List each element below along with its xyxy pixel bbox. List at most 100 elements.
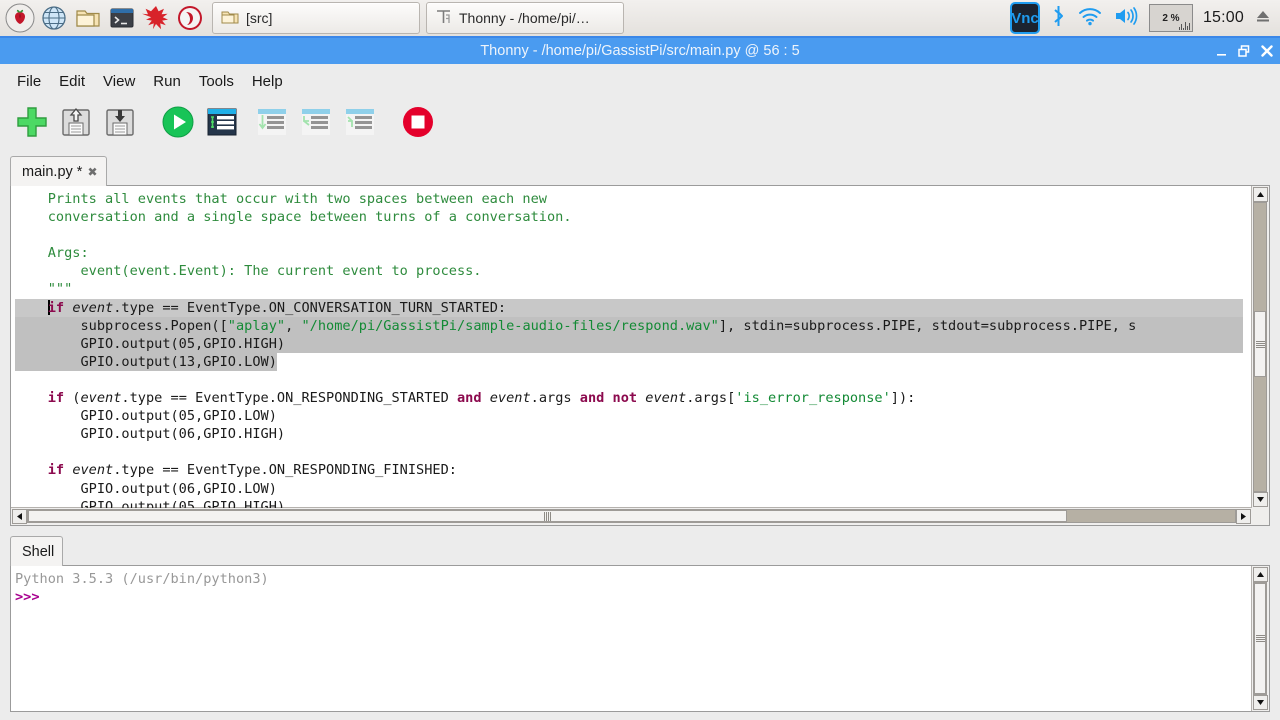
stop-button[interactable] — [396, 102, 440, 146]
code-line[interactable]: GPIO.output(05,GPIO.HIGH) — [11, 334, 1252, 353]
shell-output-line: Python 3.5.3 (/usr/bin/python3) — [15, 571, 269, 587]
shell-vscroll-track[interactable] — [1253, 582, 1267, 695]
editor-body: Prints all events that occur with two sp… — [10, 185, 1270, 526]
editor-tab-main-py[interactable]: main.py * ✖ — [10, 156, 107, 186]
window-title: Thonny - /home/pi/GassistPi/src/main.py … — [480, 43, 800, 59]
code-line[interactable]: subprocess.Popen(["aplay", "/home/pi/Gas… — [11, 316, 1252, 335]
code-line[interactable]: if event.type == EventType.ON_RESPONDING… — [11, 461, 1252, 479]
cpu-monitor[interactable]: 2 % — [1148, 4, 1193, 32]
step-out-button — [338, 102, 382, 146]
scroll-grip-icon — [544, 511, 551, 521]
editor-tab-close-icon[interactable]: ✖ — [87, 165, 97, 179]
scroll-right-arrow[interactable] — [1236, 509, 1251, 524]
code-line[interactable]: GPIO.output(06,GPIO.HIGH) — [11, 425, 1252, 443]
code-line-text: conversation and a single space between … — [15, 209, 572, 226]
scroll-up-arrow[interactable] — [1253, 187, 1268, 202]
step-over-button — [250, 102, 294, 146]
shell-vscroll-thumb[interactable] — [1254, 583, 1266, 694]
window-controls — [1215, 38, 1274, 64]
code-line[interactable] — [11, 371, 1252, 389]
code-line[interactable] — [11, 226, 1252, 244]
shell-scroll-up-arrow[interactable] — [1253, 567, 1268, 582]
vnc-icon[interactable]: Vnc — [1009, 2, 1040, 34]
code-line-text: GPIO.output(13,GPIO.LOW) — [15, 353, 277, 370]
code-line-text: """ — [15, 281, 73, 298]
menu-help[interactable]: Help — [243, 70, 292, 93]
editor-vscroll-track[interactable] — [1253, 202, 1267, 492]
folder-icon — [221, 9, 239, 28]
new-file-button[interactable] — [10, 102, 54, 146]
code-line-text: subprocess.Popen(["aplay", "/home/pi/Gas… — [15, 317, 1137, 334]
code-line[interactable]: event(event.Event): The current event to… — [11, 262, 1252, 280]
taskbar-window-src[interactable]: [src] — [212, 2, 420, 34]
code-line-text: if event.type == EventType.ON_CONVERSATI… — [47, 299, 507, 316]
file-manager-icon[interactable] — [72, 2, 104, 34]
code-line[interactable]: if event.type == EventType.ON_CONVERSATI… — [11, 298, 1252, 317]
step-into-button — [294, 102, 338, 146]
code-line[interactable]: """ — [11, 280, 1252, 298]
editor-hscroll-thumb[interactable] — [28, 510, 1067, 522]
scroll-grip-icon — [1255, 340, 1265, 348]
eject-icon[interactable] — [1254, 7, 1272, 30]
shell-notebook: Shell Python 3.5.3 (/usr/bin/python3) >>… — [10, 534, 1270, 712]
code-line-text: event(event.Event): The current event to… — [15, 263, 482, 280]
floppy-down-arrow-icon — [104, 106, 136, 143]
restore-button[interactable] — [1237, 44, 1251, 58]
taskbar-window-thonny-label: Thonny - /home/pi/… — [459, 10, 590, 26]
code-line[interactable]: Args: — [11, 244, 1252, 262]
menu-edit[interactable]: Edit — [50, 70, 94, 93]
load-file-button[interactable] — [54, 102, 98, 146]
taskbar-window-thonny[interactable]: Thonny - /home/pi/… — [426, 2, 624, 34]
window-titlebar[interactable]: Thonny - /home/pi/GassistPi/src/main.py … — [0, 38, 1280, 64]
debug-button[interactable] — [200, 102, 244, 146]
code-line-text: if event.type == EventType.ON_RESPONDING… — [47, 462, 457, 479]
close-button[interactable] — [1260, 44, 1274, 58]
shell-scroll-down-arrow[interactable] — [1253, 695, 1268, 710]
editor-vertical-scrollbar[interactable] — [1251, 186, 1269, 508]
green-play-icon — [161, 105, 195, 144]
shell-console[interactable]: Python 3.5.3 (/usr/bin/python3) >>> — [11, 566, 1252, 711]
code-line[interactable]: GPIO.output(05,GPIO.LOW) — [11, 407, 1252, 425]
shell-body: Python 3.5.3 (/usr/bin/python3) >>> — [10, 565, 1270, 712]
run-button[interactable] — [156, 102, 200, 146]
code-line[interactable]: conversation and a single space between … — [11, 208, 1252, 226]
code-line[interactable] — [11, 443, 1252, 461]
system-tray: Vnc 2 % 15:00 — [1009, 2, 1280, 34]
menu-tools[interactable]: Tools — [190, 70, 243, 93]
wolfram-icon[interactable] — [174, 2, 206, 34]
bluetooth-icon[interactable] — [1050, 3, 1067, 34]
code-line-text: Prints all events that occur with two sp… — [15, 191, 547, 207]
code-line[interactable]: Prints all events that occur with two sp… — [11, 190, 1252, 208]
web-browser-icon[interactable] — [38, 2, 70, 34]
shell-tab[interactable]: Shell — [10, 536, 64, 566]
terminal-icon[interactable] — [106, 2, 138, 34]
shell-tabrow: Shell — [10, 534, 1270, 566]
minimize-button[interactable] — [1215, 45, 1228, 58]
menu-run[interactable]: Run — [144, 70, 190, 93]
menu-file[interactable]: File — [8, 70, 50, 93]
menubar: File Edit View Run Tools Help — [0, 64, 1280, 98]
scroll-down-arrow[interactable] — [1253, 492, 1268, 507]
code-line-text: GPIO.output(06,GPIO.LOW) — [15, 480, 277, 497]
code-line[interactable]: GPIO.output(13,GPIO.LOW) — [11, 352, 1252, 371]
toolbar — [0, 98, 1280, 150]
thonny-icon — [435, 8, 452, 28]
editor-vscroll-thumb[interactable] — [1254, 311, 1266, 377]
editor-horizontal-scrollbar[interactable] — [11, 507, 1252, 525]
scroll-left-arrow[interactable] — [12, 509, 27, 524]
code-line[interactable]: if (event.type == EventType.ON_RESPONDIN… — [11, 389, 1252, 407]
wifi-icon[interactable] — [1077, 5, 1103, 32]
editor-notebook: main.py * ✖ Prints all events that occur… — [10, 154, 1270, 526]
code-editor[interactable]: Prints all events that occur with two sp… — [11, 186, 1252, 508]
menu-view[interactable]: View — [94, 70, 144, 93]
code-line[interactable]: GPIO.output(06,GPIO.LOW) — [11, 480, 1252, 498]
save-file-button[interactable] — [98, 102, 142, 146]
shell-vertical-scrollbar[interactable] — [1251, 566, 1269, 711]
code-line-text: if (event.type == EventType.ON_RESPONDIN… — [47, 390, 916, 407]
editor-hscroll-track[interactable] — [27, 509, 1236, 523]
volume-icon[interactable] — [1113, 5, 1139, 32]
taskbar-window-src-label: [src] — [246, 10, 273, 26]
clock[interactable]: 15:00 — [1203, 9, 1244, 27]
mathematica-icon[interactable] — [140, 2, 172, 34]
raspberry-menu-icon[interactable] — [4, 2, 36, 34]
